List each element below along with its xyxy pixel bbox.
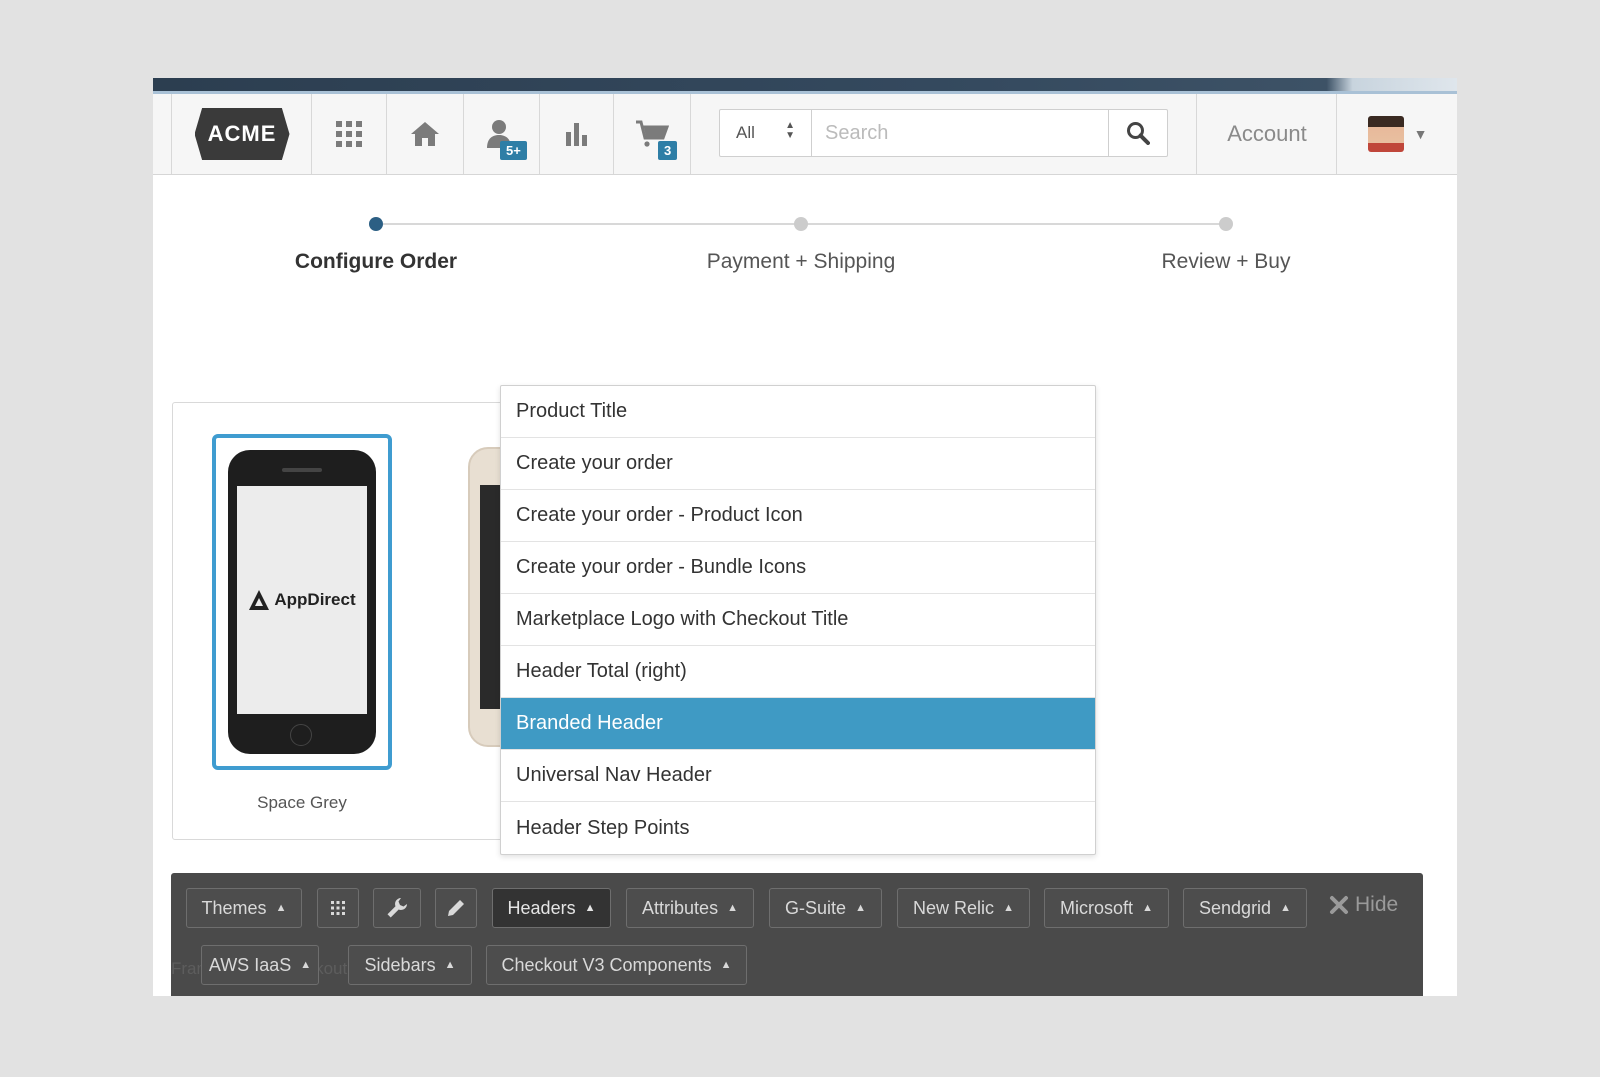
bar-chart-icon (565, 123, 587, 146)
hide-toolbar-button[interactable]: Hide (1329, 893, 1398, 917)
caret-up-icon: ▲ (727, 902, 738, 914)
menu-item-header-total[interactable]: Header Total (right) (501, 646, 1095, 698)
edit-tool-button[interactable] (435, 888, 477, 928)
top-brand-stripe (153, 78, 1457, 94)
sidebars-button[interactable]: Sidebars ▲ (348, 945, 472, 985)
logo-cell[interactable]: ACME (171, 94, 312, 174)
grid-tool-button[interactable] (317, 888, 359, 928)
friends-button[interactable]: 5+ (463, 94, 539, 174)
search-icon (1127, 122, 1150, 145)
top-nav: ACME 5+ 3 All ▲ ▼ Search Account ▼ (153, 94, 1457, 175)
caret-up-icon: ▲ (300, 959, 312, 971)
search-bar: All ▲ ▼ (719, 109, 1168, 157)
step-dot-3[interactable] (1219, 217, 1233, 231)
aws-iaas-button[interactable]: AWS IaaS ▲ (201, 945, 319, 985)
checkout-v3-components-button[interactable]: Checkout V3 Components ▲ (486, 945, 747, 985)
user-menu[interactable]: ▼ (1336, 94, 1457, 174)
microsoft-button[interactable]: Microsoft ▲ (1044, 888, 1169, 928)
headers-button[interactable]: Headers ▲ (492, 888, 611, 928)
newrelic-label: New Relic (913, 897, 995, 918)
microsoft-label: Microsoft (1060, 897, 1134, 918)
variant-space-grey[interactable]: AppDirect (212, 434, 392, 770)
gsuite-button[interactable]: G-Suite ▲ (769, 888, 882, 928)
variant-label: Space Grey (257, 793, 347, 812)
aws-label: AWS IaaS (208, 954, 292, 975)
menu-item-create-your-order[interactable]: Create your order (501, 438, 1095, 490)
caret-up-icon: ▲ (1003, 902, 1014, 914)
caret-up-icon: ▲ (275, 902, 287, 914)
phone-speaker (282, 468, 322, 472)
avatar[interactable] (1367, 116, 1404, 152)
caret-up-icon: ▲ (584, 902, 596, 914)
menu-item-product-title[interactable]: Product Title (501, 386, 1095, 438)
themes-label: Themes (201, 897, 267, 918)
acme-logo[interactable]: ACME (194, 108, 290, 160)
search-scope-value: All (736, 123, 755, 142)
friends-count-badge: 5+ (500, 141, 527, 160)
settings-tool-button[interactable] (373, 888, 421, 928)
updown-arrows-icon: ▲ ▼ (785, 120, 795, 141)
grid-icon (336, 121, 362, 147)
appdirect-logo-icon (249, 590, 270, 610)
caret-up-icon: ▲ (1280, 902, 1291, 914)
step-configure-order[interactable]: Configure Order (295, 250, 457, 274)
search-scope-select[interactable]: All ▲ ▼ (720, 110, 812, 156)
search-input[interactable] (812, 110, 1108, 156)
home-icon (411, 122, 439, 146)
step-payment-shipping[interactable]: Payment + Shipping (707, 250, 896, 274)
caret-down-icon: ▼ (1413, 126, 1428, 142)
step-dot-2[interactable] (794, 217, 808, 231)
menu-item-branded-header[interactable]: Branded Header (501, 698, 1095, 750)
close-icon (1330, 896, 1348, 914)
reports-button[interactable] (539, 94, 613, 174)
caret-up-icon: ▲ (855, 902, 866, 914)
sidebars-label: Sidebars (364, 954, 436, 975)
menu-item-create-order-bundle-icons[interactable]: Create your order - Bundle Icons (501, 542, 1095, 594)
grid-small-icon (331, 901, 345, 915)
menu-item-header-step-points[interactable]: Header Step Points (501, 802, 1095, 854)
caret-up-icon: ▲ (720, 959, 732, 971)
themes-button[interactable]: Themes ▲ (186, 888, 302, 928)
app-frame: ACME 5+ 3 All ▲ ▼ Search Account ▼ Confi… (153, 78, 1457, 996)
caret-up-icon: ▲ (444, 959, 456, 971)
wrench-icon (387, 898, 407, 918)
attributes-button[interactable]: Attributes ▲ (626, 888, 754, 928)
checkout-label: Checkout V3 Components (501, 954, 712, 975)
menu-item-create-order-product-icon[interactable]: Create your order - Product Icon (501, 490, 1095, 542)
home-button[interactable] (386, 94, 463, 174)
menu-item-universal-nav-header[interactable]: Universal Nav Header (501, 750, 1095, 802)
menu-item-marketplace-logo[interactable]: Marketplace Logo with Checkout Title (501, 594, 1095, 646)
attributes-label: Attributes (642, 897, 719, 918)
checkout-stepper: Configure Order Payment + Shipping Revie… (153, 198, 1457, 278)
screen-brand-text: AppDirect (274, 590, 356, 609)
headers-dropdown-menu: Product Title Create your order Create y… (500, 385, 1096, 855)
sendgrid-label: Sendgrid (1199, 897, 1272, 918)
cart-button[interactable]: 3 (613, 94, 690, 174)
step-dot-1[interactable] (369, 217, 383, 231)
phone-screen: AppDirect (237, 486, 367, 714)
pencil-icon (448, 900, 464, 916)
hide-label: Hide (1355, 893, 1399, 916)
cart-count-badge: 3 (658, 141, 678, 160)
phone-home-button (290, 724, 312, 746)
step-review-buy[interactable]: Review + Buy (1162, 250, 1291, 274)
component-toolbar: Framework > Checkout V3 Themes▲ Headers▲… (171, 873, 1423, 996)
newrelic-button[interactable]: New Relic ▲ (897, 888, 1030, 928)
account-link[interactable]: Account (1196, 94, 1337, 174)
sendgrid-button[interactable]: Sendgrid ▲ (1183, 888, 1307, 928)
caret-up-icon: ▲ (1142, 902, 1153, 914)
headers-label: Headers (507, 897, 576, 918)
phone-image: AppDirect (228, 450, 376, 754)
gsuite-label: G-Suite (785, 897, 847, 918)
apps-grid-button[interactable] (311, 94, 386, 174)
search-button[interactable] (1108, 110, 1167, 156)
